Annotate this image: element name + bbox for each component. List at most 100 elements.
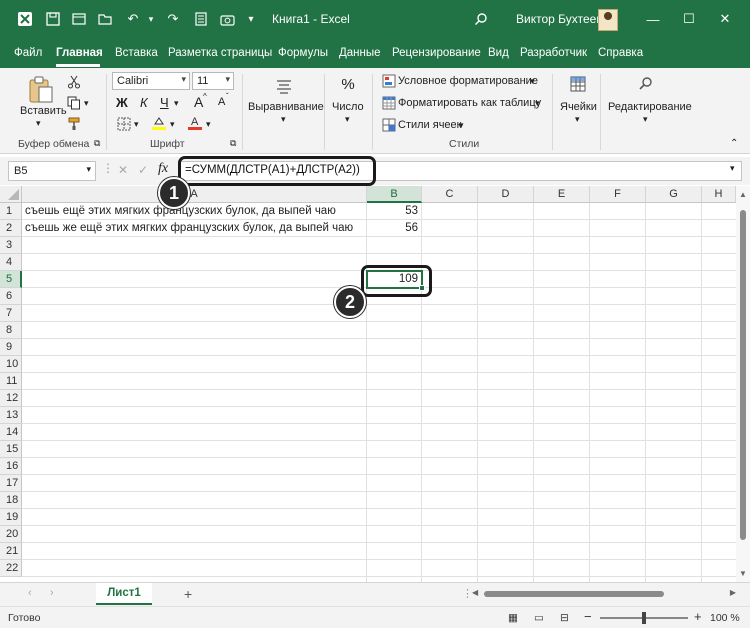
undo-dropdown-icon[interactable]: ▾ (140, 8, 162, 30)
form-icon[interactable] (190, 8, 212, 30)
folder-icon[interactable] (94, 8, 116, 30)
column-header-d[interactable]: D (478, 186, 534, 203)
cell-a1[interactable]: съешь ещё этих мягких французских булок,… (25, 203, 370, 220)
vertical-scrollbar[interactable]: ▲ ▼ (736, 186, 750, 582)
zoom-slider-thumb[interactable] (642, 612, 646, 624)
scroll-left-icon[interactable]: ◀ (472, 588, 478, 597)
close-button[interactable]: ✕ (712, 8, 738, 30)
borders-icon[interactable] (116, 116, 132, 132)
search-icon[interactable] (470, 8, 492, 30)
conditional-dropdown-icon[interactable]: ▾ (530, 76, 535, 87)
view-page-layout-icon[interactable]: ⊟ (560, 612, 569, 624)
camera-icon[interactable] (216, 8, 238, 30)
cut-icon[interactable] (66, 74, 82, 90)
alignment-icon[interactable] (274, 76, 294, 96)
cells-icon[interactable] (568, 74, 588, 94)
scroll-right-icon[interactable]: ▶ (730, 588, 736, 597)
tab-insert[interactable]: Вставка (115, 47, 158, 59)
editing-search-icon[interactable] (636, 74, 656, 94)
expand-formula-bar-icon[interactable]: ▾ (730, 163, 735, 174)
cell-a2[interactable]: съешь же ещё этих мягких французских бул… (25, 220, 370, 237)
cells-dropdown-icon[interactable]: ▾ (575, 114, 580, 125)
underline-button[interactable]: Ч (160, 95, 169, 110)
view-normal-icon[interactable]: ▭ (534, 612, 544, 624)
font-size-select[interactable]: 11 ▾ (192, 72, 234, 90)
paste-icon[interactable] (26, 74, 56, 106)
row-header-5[interactable]: 5 (0, 271, 22, 288)
collapse-ribbon-icon[interactable]: ⌃ (730, 138, 738, 149)
drag-handle-icon[interactable]: ⋮ (102, 161, 114, 175)
column-header-g[interactable]: G (646, 186, 702, 203)
column-header-a[interactable]: A (22, 186, 367, 203)
zoom-slider[interactable] (600, 612, 688, 624)
font-color-dropdown-icon[interactable]: ▾ (206, 119, 211, 130)
row-header-7[interactable]: 7 (0, 305, 22, 322)
cells-button[interactable]: Ячейки (560, 101, 597, 113)
tab-help[interactable]: Справка (598, 47, 643, 59)
horizontal-scroll-thumb[interactable] (484, 591, 664, 597)
grow-font-button[interactable]: A (194, 94, 203, 110)
row-header-2[interactable]: 2 (0, 220, 22, 237)
row-header-10[interactable]: 10 (0, 356, 22, 373)
name-box[interactable]: B5 ▾ (8, 161, 96, 181)
zoom-in-button[interactable]: + (694, 609, 702, 624)
shrink-font-button[interactable]: A (218, 96, 225, 108)
row-header-3[interactable]: 3 (0, 237, 22, 254)
avatar[interactable] (598, 9, 618, 31)
minimize-button[interactable]: — (640, 8, 666, 30)
row-header-8[interactable]: 8 (0, 322, 22, 339)
tab-developer[interactable]: Разработчик (520, 47, 587, 59)
editing-button[interactable]: Редактирование (608, 101, 692, 113)
row-header-15[interactable]: 15 (0, 441, 22, 458)
font-name-select[interactable]: Calibri ▾ (112, 72, 190, 90)
row-header-6[interactable]: 6 (0, 288, 22, 305)
cell-styles-dropdown-icon[interactable]: ▾ (459, 120, 464, 131)
row-header-1[interactable]: 1 (0, 203, 22, 220)
prev-sheet-icon[interactable]: ‹ (28, 587, 32, 599)
next-sheet-icon[interactable]: › (50, 587, 54, 599)
underline-dropdown-icon[interactable]: ▾ (174, 98, 179, 109)
scroll-up-icon[interactable]: ▲ (739, 190, 747, 199)
italic-button[interactable]: К (140, 95, 148, 110)
maximize-button[interactable]: ☐ (676, 8, 702, 30)
percent-icon[interactable]: % (338, 74, 358, 94)
enter-icon[interactable]: ✓ (138, 163, 148, 177)
add-sheet-button[interactable]: + (184, 586, 192, 602)
row-header-18[interactable]: 18 (0, 492, 22, 509)
tab-home[interactable]: Главная (56, 47, 103, 59)
row-header-4[interactable]: 4 (0, 254, 22, 271)
sheet-tab-list1[interactable]: Лист1 (96, 583, 152, 605)
paste-button[interactable]: Вставить (20, 105, 67, 117)
font-launcher-icon[interactable]: ⧉ (230, 138, 236, 149)
worksheet-grid[interactable]: A B C D E F G H 1 2 3 4 5 6 7 8 9 10 11 12 13 14 15 16 1… (0, 186, 750, 582)
fill-color-dropdown-icon[interactable]: ▾ (170, 119, 175, 130)
tab-data[interactable]: Данные (339, 47, 381, 59)
horizontal-scrollbar[interactable]: ◀ ▶ (472, 588, 736, 599)
clipboard-launcher-icon[interactable]: ⧉ (94, 138, 100, 149)
cell-b1[interactable]: 53 (367, 203, 422, 220)
row-header-21[interactable]: 21 (0, 543, 22, 560)
save-icon[interactable] (42, 8, 64, 30)
zoom-level[interactable]: 100 % (710, 612, 740, 624)
vertical-scroll-thumb[interactable] (740, 210, 746, 540)
tab-file[interactable]: Файл (14, 47, 42, 59)
bold-button[interactable]: Ж (116, 95, 128, 110)
row-header-13[interactable]: 13 (0, 407, 22, 424)
scroll-down-icon[interactable]: ▼ (739, 569, 747, 578)
insert-function-icon[interactable]: fx (158, 161, 168, 177)
paste-dropdown-icon[interactable]: ▾ (36, 118, 41, 129)
number-button[interactable]: Число (332, 101, 364, 113)
format-as-table-button[interactable]: Форматировать как таблицу (398, 97, 541, 109)
row-header-22[interactable]: 22 (0, 560, 22, 577)
column-header-h[interactable]: H (702, 186, 736, 203)
cell-b2[interactable]: 56 (367, 220, 422, 237)
alignment-button[interactable]: Выравнивание (248, 101, 324, 113)
number-dropdown-icon[interactable]: ▾ (345, 114, 350, 125)
row-header-20[interactable]: 20 (0, 526, 22, 543)
row-header-19[interactable]: 19 (0, 509, 22, 526)
cell-styles-button[interactable]: Стили ячеек (398, 119, 461, 131)
row-header-9[interactable]: 9 (0, 339, 22, 356)
font-color-icon[interactable]: A (186, 114, 204, 132)
select-all-corner[interactable] (0, 186, 22, 203)
conditional-formatting-button[interactable]: Условное форматирование (398, 75, 538, 87)
